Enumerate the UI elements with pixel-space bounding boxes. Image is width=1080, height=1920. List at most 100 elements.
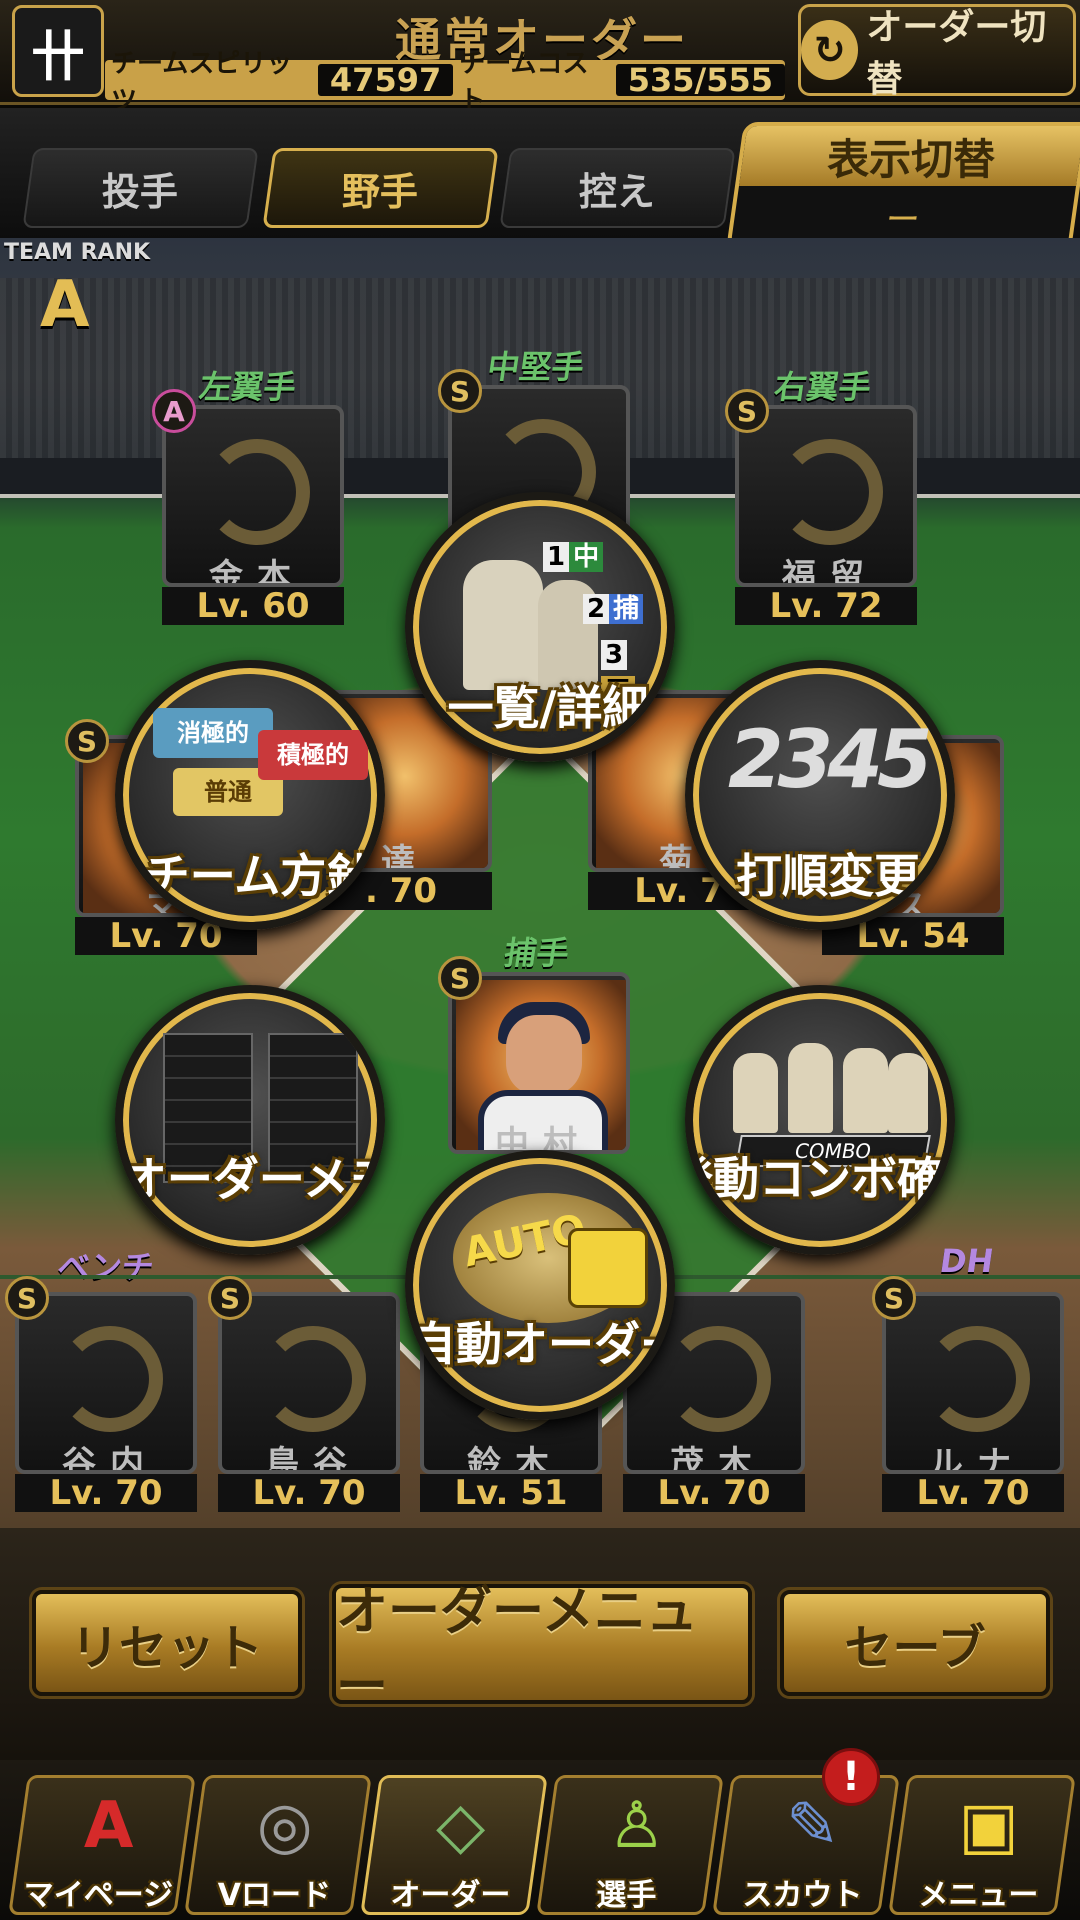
bench-card-2[interactable]: 鳥谷 Lv. 70 S <box>208 1276 400 1512</box>
player-icon: ♙ <box>607 1789 666 1863</box>
team-policy-button[interactable]: 消極的 普通 積極的 チーム方針 <box>115 660 385 930</box>
policy-options-icon: 消極的 普通 積極的 <box>153 698 368 858</box>
team-rank-value: A <box>40 268 90 342</box>
position-right-field: 右翼手 <box>772 368 874 406</box>
team-rank-label: TEAM RANK <box>4 240 151 265</box>
player-level: Lv. 60 <box>162 587 344 625</box>
nav-mypage-label: マイページ <box>23 1878 174 1913</box>
header: 卄 通常オーダー チームスピリッツ 47597 チームコスト 535/555 ↻… <box>0 0 1080 116</box>
rarity-badge-icon: S <box>208 1276 252 1320</box>
batting-order-label: 打順変更 <box>736 849 920 903</box>
team-logo[interactable]: 卄 <box>12 5 104 97</box>
tab-pitcher-label: 投手 <box>102 169 179 214</box>
team-spirit-value: 47597 <box>317 64 454 96</box>
empty-slot-icon <box>924 1326 1030 1432</box>
nav-menu[interactable]: ▣ メニュー <box>888 1775 1076 1915</box>
player-card-right-field[interactable]: 福留 Lv. 72 S <box>725 389 917 625</box>
order-number: 1 <box>543 542 570 572</box>
position-catcher: 捕手 <box>502 934 572 972</box>
stadium-icon: ◎ <box>256 1789 313 1863</box>
bench-card-1[interactable]: 谷内 Lv. 70 S <box>5 1276 197 1512</box>
position-left-field: 左翼手 <box>197 368 299 406</box>
player-level: Lv. 70 <box>15 1474 197 1512</box>
player-level: Lv. 70 <box>882 1474 1064 1512</box>
tab-reserve-label: 控え <box>579 169 656 214</box>
order-number: 2 <box>583 594 610 624</box>
card-frame: 鳥谷 <box>218 1292 400 1474</box>
player-name: 中村 <box>495 1124 591 1154</box>
player-level: Lv. 51 <box>420 1474 602 1512</box>
order-number: 3 <box>601 640 628 670</box>
display-switch-value: ー <box>882 199 923 240</box>
player-name: 福留 <box>782 557 878 587</box>
empty-slot-icon <box>665 1326 771 1432</box>
rarity-badge-icon: S <box>5 1276 49 1320</box>
player-level: Lv. 70 <box>623 1474 805 1512</box>
rarity-badge-icon: S <box>725 389 769 433</box>
team-cost-label: チームコスト <box>459 49 589 116</box>
position-tag: 中 <box>569 542 604 572</box>
rarity-badge-icon: A <box>152 389 196 433</box>
player-name: 鈴木 <box>467 1444 563 1474</box>
nav-order[interactable]: ◇ オーダー <box>360 1775 548 1915</box>
nav-scout-label: スカウト <box>742 1878 863 1913</box>
order-switch-label: オーダー切替 <box>866 7 1047 100</box>
nav-vroad[interactable]: ◎ Vロード <box>184 1775 372 1915</box>
team-policy-label: チーム方針 <box>143 849 373 903</box>
tab-pitcher[interactable]: 投手 <box>22 148 259 228</box>
player-name: 茂木 <box>670 1444 766 1474</box>
nav-menu-label: メニュー <box>918 1878 1039 1913</box>
order-switch-button[interactable]: ↻ オーダー切替 <box>798 4 1076 100</box>
team-spirit-label: チームスピリッツ <box>111 49 293 116</box>
reset-button[interactable]: リセット <box>32 1590 302 1696</box>
lineup-preview-icon: 1中 2捕 3三 <box>443 530 653 706</box>
card-frame: 福留 <box>735 405 917 587</box>
combo-check-label: 発動コンボ確認 <box>693 1152 947 1206</box>
tab-fielder[interactable]: 野手 <box>262 148 499 228</box>
team-stats-bar: チームスピリッツ 47597 チームコスト 535/555 <box>105 49 785 116</box>
nav-order-label: オーダー <box>390 1878 511 1913</box>
rarity-badge-icon: S <box>438 956 482 1000</box>
mypage-icon: A <box>83 1789 134 1863</box>
empty-slot-icon <box>204 439 310 545</box>
batting-order-icon: 2345 <box>723 698 933 858</box>
list-detail-button[interactable]: 1中 2捕 3三 一覧/詳細 <box>405 492 675 762</box>
position-center-field: 中堅手 <box>485 348 587 386</box>
empty-slot-icon <box>57 1326 163 1432</box>
order-memo-button[interactable]: オーダーメモ <box>115 985 385 1255</box>
dh-card[interactable]: ルナ Lv. 70 S <box>872 1276 1064 1512</box>
empty-slot-icon <box>777 439 883 545</box>
rarity-badge-icon: S <box>65 719 109 763</box>
batting-order-button[interactable]: 2345 打順変更 <box>685 660 955 930</box>
order-digits: 2345 <box>728 713 933 806</box>
card-frame: 金本 <box>162 405 344 587</box>
bottom-nav: A マイページ ◎ Vロード ◇ オーダー ♙ 選手 ✎ スカウト ▣ メニュー <box>0 1760 1080 1920</box>
rarity-badge-icon: S <box>872 1276 916 1320</box>
player-name: 谷内 <box>62 1444 158 1474</box>
card-frame: 谷内 <box>15 1292 197 1474</box>
tab-reserve[interactable]: 控え <box>499 148 736 228</box>
player-name: 金本 <box>209 557 305 587</box>
nav-players[interactable]: ♙ 選手 <box>536 1775 724 1915</box>
list-detail-label: 一覧/詳細 <box>447 681 649 735</box>
auto-order-button[interactable]: AUTO 自動オーダー <box>405 1150 675 1420</box>
combo-check-button[interactable]: COMBO 発動コンボ確認 <box>685 985 955 1255</box>
display-switch-label: 表示切替 <box>827 134 996 184</box>
swap-icon: ↻ <box>801 20 859 80</box>
notification-badge: ! <box>822 1748 880 1806</box>
nav-mypage[interactable]: A マイページ <box>8 1775 196 1915</box>
action-bar: リセット オーダーメニュー セーブ <box>0 1528 1080 1760</box>
policy-passive: 消極的 <box>153 708 273 758</box>
card-frame: ルナ <box>882 1292 1064 1474</box>
order-menu-button[interactable]: オーダーメニュー <box>332 1582 752 1717</box>
save-button[interactable]: セーブ <box>780 1590 1050 1696</box>
display-switch-button[interactable]: 表示切替 ー <box>726 122 1080 250</box>
mascot-face-icon <box>568 1228 648 1308</box>
mascot-icon: ▣ <box>958 1789 1019 1863</box>
player-level: Lv. 70 <box>218 1474 400 1512</box>
player-card-left-field[interactable]: 金本 Lv. 60 A <box>152 389 344 625</box>
policy-aggressive: 積極的 <box>258 730 368 780</box>
player-level: Lv. 72 <box>735 587 917 625</box>
dh-label: DH <box>937 1242 997 1280</box>
position-tag: 捕 <box>609 594 644 624</box>
